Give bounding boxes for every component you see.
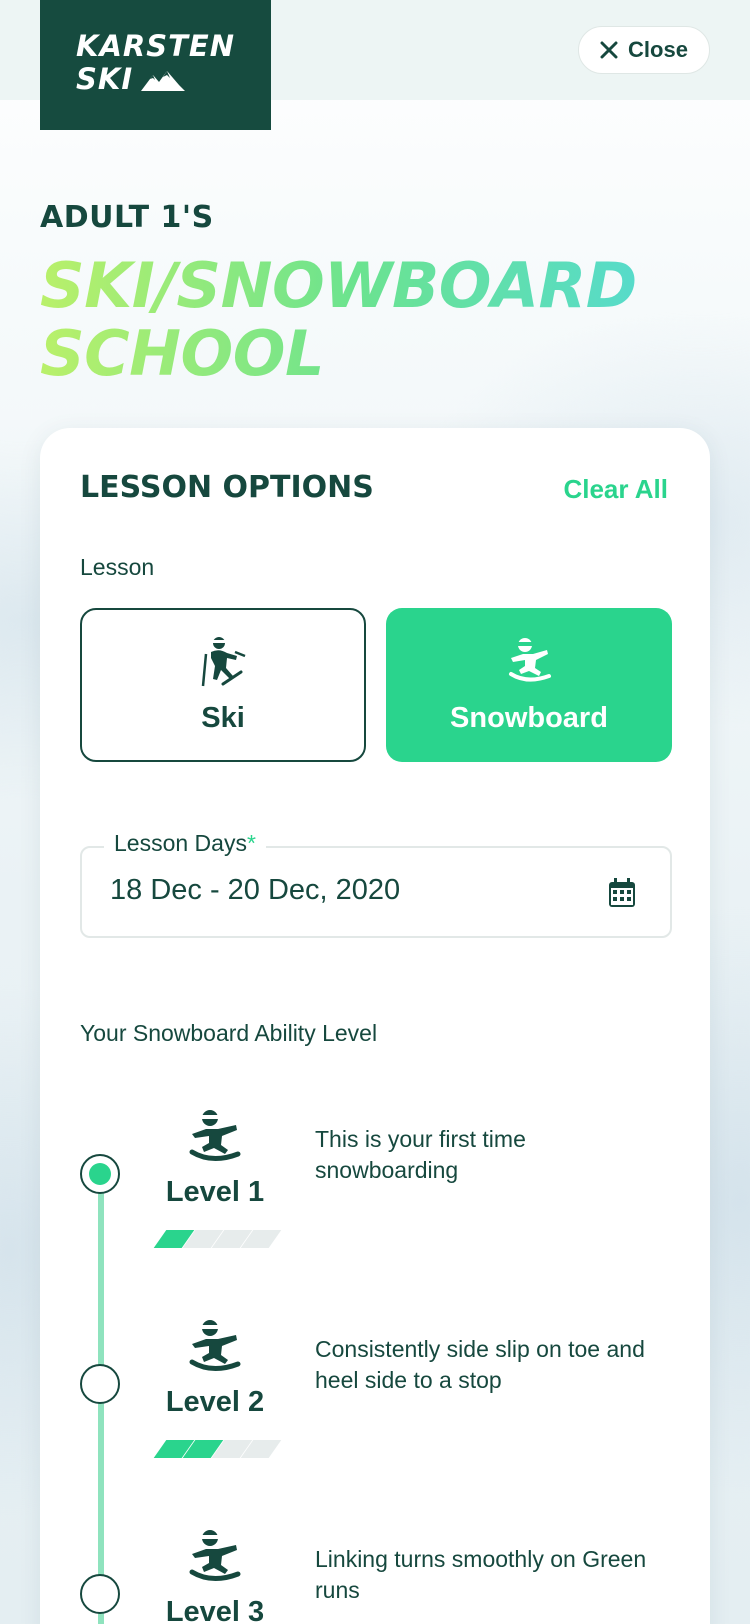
close-icon: [600, 41, 618, 59]
page-title-line1: SKI/SNOWBOARD: [40, 249, 637, 322]
close-label: Close: [628, 37, 688, 62]
page-title-line2: SCHOOL: [40, 317, 324, 390]
snowboarder-icon: [189, 1320, 241, 1371]
level-2-description: Consistently side slip on toe and heel s…: [315, 1336, 645, 1393]
logo-text-line2: SKI: [76, 62, 134, 96]
snowboard-option-button[interactable]: Snowboard: [386, 608, 672, 762]
level-2-radio[interactable]: [80, 1364, 120, 1404]
snowboarder-icon: [189, 1110, 241, 1161]
level-2-label: Level 2: [165, 1386, 265, 1418]
level-2-bars: [153, 1440, 282, 1458]
level-1-label: Level 1: [165, 1176, 265, 1208]
page-subtitle: ADULT 1'S: [40, 200, 214, 235]
level-1-bars: [153, 1230, 282, 1248]
close-button[interactable]: Close: [578, 26, 710, 74]
ability-level-label: Your Snowboard Ability Level: [80, 1020, 378, 1046]
lesson-days-label: Lesson Days*: [104, 830, 266, 857]
level-3-radio[interactable]: [80, 1574, 120, 1614]
page-title: SKI/SNOWBOARD SCHOOL: [40, 252, 740, 388]
skier-icon: [201, 636, 246, 686]
mountain-icon: [141, 70, 186, 91]
level-3-item[interactable]: Level 3 Linking turns smoothly on Green …: [160, 1528, 660, 1624]
snowboard-option-label: Snowboard: [450, 701, 608, 734]
ski-option-label: Ski: [201, 701, 245, 734]
card-title: LESSON OPTIONS: [80, 470, 374, 505]
level-2-item[interactable]: Level 2 Consistently side slip on toe an…: [153, 1318, 660, 1468]
clear-all-link[interactable]: Clear All: [563, 474, 668, 505]
calendar-icon[interactable]: [608, 878, 636, 908]
lesson-days-value: 18 Dec - 20 Dec, 2020: [110, 874, 401, 906]
snowboarder-icon: [189, 1530, 241, 1581]
snowboarder-icon: [509, 637, 551, 681]
lesson-days-field[interactable]: Lesson Days* 18 Dec - 20 Dec, 2020: [80, 830, 672, 938]
lesson-options-card: LESSON OPTIONS Clear All Lesson Ski Snow…: [40, 428, 710, 1624]
ski-option-button[interactable]: Ski: [80, 608, 366, 762]
logo-text-line1: KARSTEN: [76, 29, 235, 63]
lesson-label: Lesson: [80, 554, 155, 580]
required-mark: *: [246, 830, 256, 856]
level-1-description: This is your first time snowboarding: [315, 1126, 526, 1183]
level-1-item[interactable]: Level 1 This is your first time snowboar…: [153, 1108, 660, 1258]
level-3-description: Linking turns smoothly on Green runs: [315, 1546, 647, 1603]
karsten-ski-logo[interactable]: KARSTEN SKI: [40, 0, 271, 130]
level-3-label: Level 3: [165, 1596, 265, 1624]
level-1-radio[interactable]: [80, 1154, 120, 1194]
